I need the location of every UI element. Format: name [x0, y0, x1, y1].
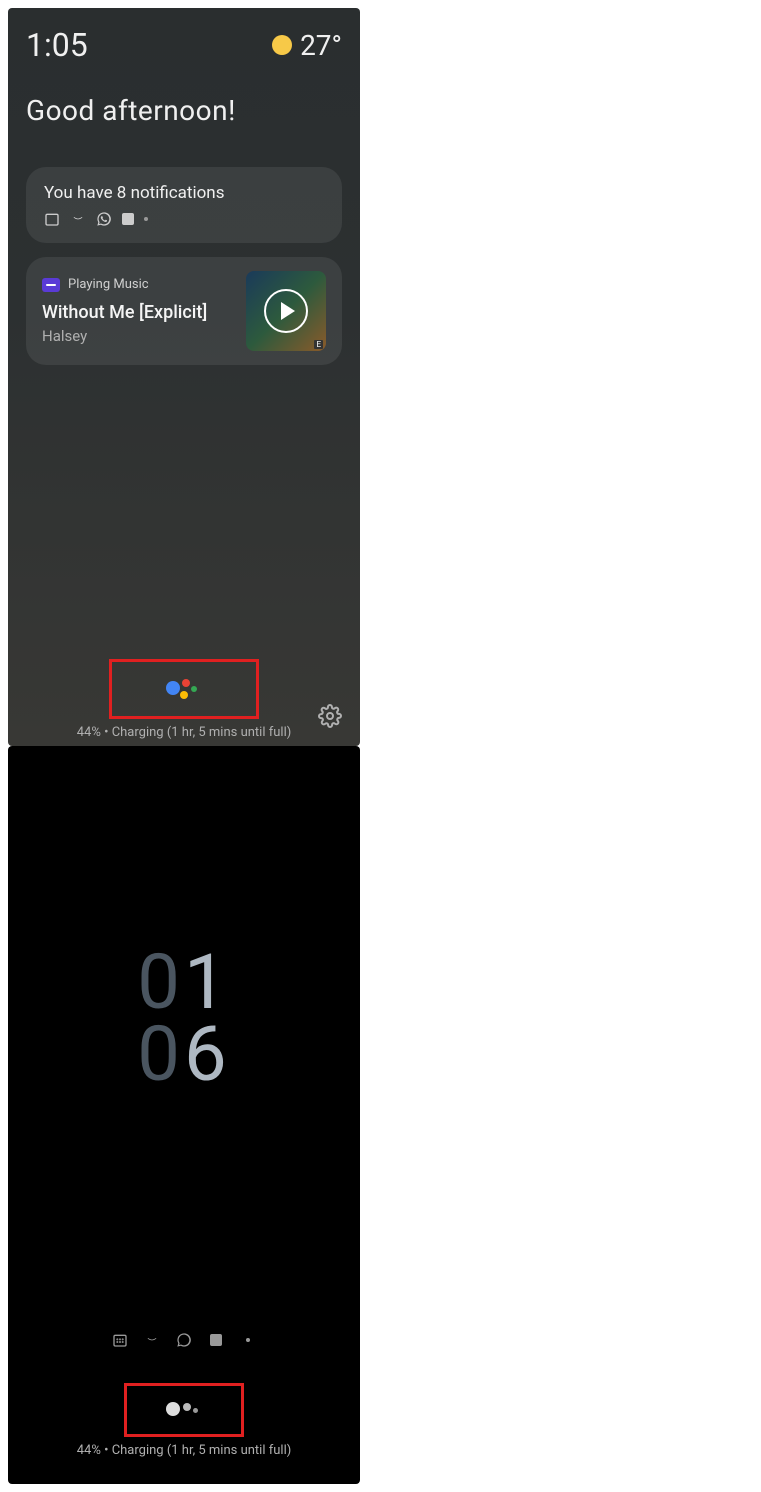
more-dot-icon [144, 217, 148, 221]
clock-time: 1:05 [26, 26, 88, 64]
sun-icon [272, 35, 292, 55]
amazon-icon [70, 211, 86, 227]
notifications-card[interactable]: You have 8 notifications [26, 167, 342, 243]
assistant-highlight-box [124, 1383, 244, 1437]
google-assistant-button[interactable] [166, 1396, 202, 1424]
always-on-display-right: 01 06 44% • Charging (1 hr, 5 mins until… [8, 746, 360, 1484]
music-label: Playing Music [68, 277, 149, 292]
whatsapp-icon [175, 1331, 193, 1349]
minute-leading: 0 [137, 1009, 184, 1099]
bottom-bar: 44% • Charging (1 hr, 5 mins until full) [8, 659, 360, 746]
amazon-music-icon [42, 278, 60, 292]
aod-notification-icons [111, 1331, 257, 1349]
aod-hours: 01 [137, 946, 230, 1018]
temperature: 27° [300, 29, 342, 62]
assistant-dot-green-icon [191, 686, 197, 692]
settings-button[interactable] [318, 704, 342, 728]
aod-minutes: 06 [137, 1018, 230, 1090]
assistant-dot-icon [183, 1403, 191, 1411]
music-info: Playing Music Without Me [Explicit] Hals… [42, 277, 246, 345]
track-title: Without Me [Explicit] [42, 302, 246, 323]
amazon-icon [143, 1331, 161, 1349]
more-dot-icon [239, 1331, 257, 1349]
ambient-screen-left: 1:05 27° Good afternoon! You have 8 noti… [8, 8, 360, 746]
aod-clock: 01 06 [137, 946, 230, 1090]
track-artist: Halsey [42, 327, 246, 345]
greeting-text: Good afternoon! [26, 94, 342, 127]
album-art [246, 271, 326, 351]
assistant-dot-icon [166, 1402, 180, 1416]
google-assistant-button[interactable] [166, 675, 202, 703]
app-icon [122, 213, 134, 225]
assistant-dot-red-icon [182, 679, 190, 687]
assistant-highlight-box [109, 659, 259, 719]
notifications-title: You have 8 notifications [44, 183, 324, 203]
music-source: Playing Music [42, 277, 246, 292]
charging-status: 44% • Charging (1 hr, 5 mins until full) [77, 1443, 292, 1458]
bottom-bar: 44% • Charging (1 hr, 5 mins until full) [8, 1383, 360, 1464]
play-icon [281, 302, 295, 320]
calendar-icon [111, 1331, 129, 1349]
whatsapp-icon [96, 211, 112, 227]
assistant-dot-blue-icon [166, 681, 180, 695]
weather-widget[interactable]: 27° [272, 29, 342, 62]
calendar-icon [44, 211, 60, 227]
play-button[interactable] [264, 289, 308, 333]
minute-trailing: 6 [184, 1009, 231, 1099]
charging-status: 44% • Charging (1 hr, 5 mins until full) [77, 725, 292, 740]
music-card[interactable]: Playing Music Without Me [Explicit] Hals… [26, 257, 342, 365]
assistant-dot-icon [193, 1408, 198, 1413]
app-icon [207, 1331, 225, 1349]
notification-app-icons [44, 211, 324, 227]
status-bar: 1:05 27° [26, 26, 342, 64]
assistant-dot-yellow-icon [180, 691, 188, 699]
